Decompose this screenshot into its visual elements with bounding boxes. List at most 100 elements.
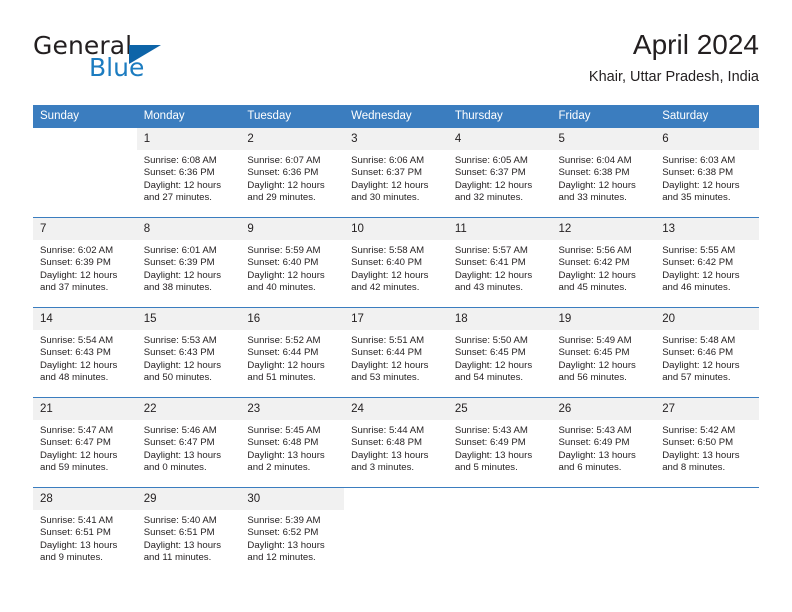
calendar-day-cell[interactable]: 22 Sunrise: 5:46 AM Sunset: 6:47 PM Dayligh… — [136, 397, 241, 488]
calendar-day-cell[interactable]: 27 Sunrise: 5:42 AM Sunset: 6:50 PM Dayligh… — [655, 397, 759, 488]
weekday-header-row: Sunday Monday Tuesday Wednesday Thursday… — [33, 105, 759, 128]
sunrise-time: Sunrise: 5:59 AM — [247, 245, 321, 256]
sunrise-time: Sunrise: 5:52 AM — [247, 335, 321, 346]
sunrise-time: Sunrise: 5:49 AM — [558, 335, 632, 346]
day-number: 12 — [551, 218, 656, 240]
calendar-day-cell[interactable]: 19 Sunrise: 5:49 AM Sunset: 6:45 PM Dayligh… — [551, 307, 656, 398]
day-number: 5 — [551, 128, 656, 150]
daylight-duration-line1: Daylight: 12 hours — [143, 269, 222, 281]
calendar-week-row: 14 Sunrise: 5:54 AM Sunset: 6:43 PM Dayligh… — [33, 307, 759, 398]
day-number: 1 — [136, 128, 241, 150]
sunset-time: Sunset: 6:48 PM — [351, 437, 423, 449]
daylight-duration-line2: and 40 minutes. — [247, 282, 316, 294]
daylight-duration-line1: Daylight: 12 hours — [662, 179, 740, 191]
sunset-time: Sunset: 6:49 PM — [558, 437, 630, 449]
day-cell-inner: 23 Sunrise: 5:45 AM Sunset: 6:48 PM Dayligh… — [240, 398, 345, 487]
daylight-duration-line1: Daylight: 12 hours — [662, 359, 740, 371]
calendar-day-cell[interactable]: 21 Sunrise: 5:47 AM Sunset: 6:47 PM Dayligh… — [33, 397, 137, 488]
calendar-day-cell[interactable]: 6 Sunrise: 6:03 AM Sunset: 6:38 PM Daylight… — [655, 128, 759, 218]
day-sun-info: Sunrise: 5:43 AM Sunset: 6:49 PM Daylight:… — [552, 420, 656, 475]
calendar-day-cell[interactable]: 1 Sunrise: 6:08 AM Sunset: 6:36 PM Daylight… — [136, 128, 241, 218]
calendar-day-cell[interactable]: 5 Sunrise: 6:04 AM Sunset: 6:38 PM Daylight… — [551, 128, 656, 218]
calendar-day-cell[interactable]: 25 Sunrise: 5:43 AM Sunset: 6:49 PM Dayligh… — [447, 397, 552, 488]
day-cell-inner — [344, 488, 448, 577]
sunset-time: Sunset: 6:50 PM — [662, 437, 734, 449]
day-sun-info: Sunrise: 6:06 AM Sunset: 6:37 PM Daylight:… — [344, 150, 448, 205]
calendar-body: 1 Sunrise: 6:08 AM Sunset: 6:36 PM Daylight… — [33, 128, 759, 577]
sunrise-time: Sunrise: 6:06 AM — [351, 155, 425, 166]
daylight-duration-line2: and 8 minutes. — [662, 462, 726, 474]
day-number: 10 — [344, 218, 448, 240]
daylight-duration-line2: and 59 minutes. — [40, 462, 109, 474]
day-sun-info: Sunrise: 5:59 AM Sunset: 6:40 PM Daylight:… — [240, 240, 344, 295]
calendar-day-cell[interactable]: 9 Sunrise: 5:59 AM Sunset: 6:40 PM Daylight… — [240, 217, 345, 308]
calendar-day-cell[interactable]: 18 Sunrise: 5:50 AM Sunset: 6:45 PM Dayligh… — [447, 307, 552, 398]
calendar-day-cell[interactable]: 23 Sunrise: 5:45 AM Sunset: 6:48 PM Dayligh… — [240, 397, 345, 488]
daylight-duration-line2: and 29 minutes. — [247, 192, 316, 204]
calendar-day-cell[interactable]: 8 Sunrise: 6:01 AM Sunset: 6:39 PM Daylight… — [136, 217, 241, 308]
day-cell-inner: 1 Sunrise: 6:08 AM Sunset: 6:36 PM Daylight… — [136, 128, 241, 217]
calendar-day-cell[interactable]: 11 Sunrise: 5:57 AM Sunset: 6:41 PM Dayligh… — [447, 217, 552, 308]
day-sun-info: Sunrise: 5:41 AM Sunset: 6:51 PM Daylight:… — [33, 510, 137, 565]
calendar-day-cell[interactable]: 26 Sunrise: 5:43 AM Sunset: 6:49 PM Dayligh… — [551, 397, 656, 488]
logo-text-blue: Blue — [89, 53, 145, 82]
day-number: 21 — [33, 398, 137, 420]
sunrise-time: Sunrise: 5:43 AM — [558, 425, 632, 436]
day-cell-inner: 20 Sunrise: 5:48 AM Sunset: 6:46 PM Dayligh… — [655, 308, 759, 397]
daylight-duration-line1: Daylight: 12 hours — [558, 269, 636, 281]
day-sun-info: Sunrise: 5:54 AM Sunset: 6:43 PM Daylight:… — [33, 330, 137, 385]
generalblue-logo[interactable]: General Blue — [33, 32, 253, 88]
day-sun-info: Sunrise: 5:39 AM Sunset: 6:52 PM Daylight:… — [240, 510, 344, 565]
calendar-day-cell[interactable]: 16 Sunrise: 5:52 AM Sunset: 6:44 PM Dayligh… — [240, 307, 345, 398]
day-sun-info: Sunrise: 5:56 AM Sunset: 6:42 PM Daylight:… — [552, 240, 656, 295]
day-sun-info: Sunrise: 5:53 AM Sunset: 6:43 PM Daylight:… — [137, 330, 241, 385]
calendar-day-cell[interactable]: 10 Sunrise: 5:58 AM Sunset: 6:40 PM Dayligh… — [344, 217, 448, 308]
day-cell-inner: 28 Sunrise: 5:41 AM Sunset: 6:51 PM Dayligh… — [33, 488, 137, 577]
day-number: 23 — [240, 398, 345, 420]
sunset-time: Sunset: 6:36 PM — [143, 167, 215, 179]
day-number: 25 — [447, 398, 552, 420]
day-cell-inner: 5 Sunrise: 6:04 AM Sunset: 6:38 PM Daylight… — [551, 128, 656, 217]
sunrise-time: Sunrise: 5:46 AM — [143, 425, 217, 436]
day-number: 26 — [551, 398, 656, 420]
calendar-day-cell[interactable]: 14 Sunrise: 5:54 AM Sunset: 6:43 PM Dayligh… — [33, 307, 137, 398]
day-number: 13 — [655, 218, 759, 240]
weekday-header-tuesday: Tuesday — [240, 105, 345, 128]
day-number: 29 — [136, 488, 241, 510]
calendar-day-cell[interactable]: 12 Sunrise: 5:56 AM Sunset: 6:42 PM Dayligh… — [551, 217, 656, 308]
day-number: 30 — [240, 488, 345, 510]
sunset-time: Sunset: 6:41 PM — [454, 257, 526, 269]
day-cell-inner: 29 Sunrise: 5:40 AM Sunset: 6:51 PM Dayligh… — [136, 488, 241, 577]
sunset-time: Sunset: 6:48 PM — [247, 437, 319, 449]
daylight-duration-line1: Daylight: 12 hours — [558, 179, 636, 191]
calendar-day-cell[interactable]: 24 Sunrise: 5:44 AM Sunset: 6:48 PM Dayligh… — [344, 397, 448, 488]
day-number: 19 — [551, 308, 656, 330]
daylight-duration-line1: Daylight: 12 hours — [40, 449, 118, 461]
calendar-day-cell[interactable]: 2 Sunrise: 6:07 AM Sunset: 6:36 PM Daylight… — [240, 128, 345, 218]
calendar-day-cell[interactable]: 29 Sunrise: 5:40 AM Sunset: 6:51 PM Dayligh… — [136, 487, 241, 577]
day-sun-info: Sunrise: 6:07 AM Sunset: 6:36 PM Daylight:… — [240, 150, 344, 205]
calendar-day-cell[interactable]: 13 Sunrise: 5:55 AM Sunset: 6:42 PM Dayligh… — [655, 217, 759, 308]
calendar-page: General Blue April 2024 Khair, Uttar Pra… — [0, 0, 792, 612]
sunrise-time: Sunrise: 5:53 AM — [143, 335, 217, 346]
calendar-day-cell[interactable]: 28 Sunrise: 5:41 AM Sunset: 6:51 PM Dayligh… — [33, 487, 137, 577]
calendar-day-cell[interactable]: 7 Sunrise: 6:02 AM Sunset: 6:39 PM Daylight… — [33, 217, 137, 308]
day-number: 4 — [447, 128, 552, 150]
calendar-day-cell[interactable]: 15 Sunrise: 5:53 AM Sunset: 6:43 PM Dayligh… — [136, 307, 241, 398]
calendar-day-cell[interactable]: 3 Sunrise: 6:06 AM Sunset: 6:37 PM Daylight… — [344, 128, 448, 218]
daylight-duration-line1: Daylight: 12 hours — [40, 359, 118, 371]
calendar-day-cell[interactable]: 17 Sunrise: 5:51 AM Sunset: 6:44 PM Dayligh… — [344, 307, 448, 398]
daylight-duration-line1: Daylight: 12 hours — [454, 269, 533, 281]
day-cell-inner: 7 Sunrise: 6:02 AM Sunset: 6:39 PM Daylight… — [33, 218, 137, 307]
calendar-day-cell[interactable]: 20 Sunrise: 5:48 AM Sunset: 6:46 PM Dayligh… — [655, 307, 759, 398]
day-number: 3 — [344, 128, 448, 150]
day-number: 9 — [240, 218, 345, 240]
sunrise-time: Sunrise: 5:47 AM — [40, 425, 114, 436]
day-sun-info: Sunrise: 5:49 AM Sunset: 6:45 PM Daylight:… — [552, 330, 656, 385]
sunset-time: Sunset: 6:43 PM — [143, 347, 215, 359]
day-cell-inner: 14 Sunrise: 5:54 AM Sunset: 6:43 PM Dayligh… — [33, 308, 137, 397]
sunrise-time: Sunrise: 5:50 AM — [454, 335, 528, 346]
calendar-day-cell[interactable]: 30 Sunrise: 5:39 AM Sunset: 6:52 PM Dayligh… — [240, 487, 345, 577]
calendar-day-cell[interactable]: 4 Sunrise: 6:05 AM Sunset: 6:37 PM Daylight… — [447, 128, 552, 218]
daylight-duration-line2: and 5 minutes. — [454, 462, 518, 474]
